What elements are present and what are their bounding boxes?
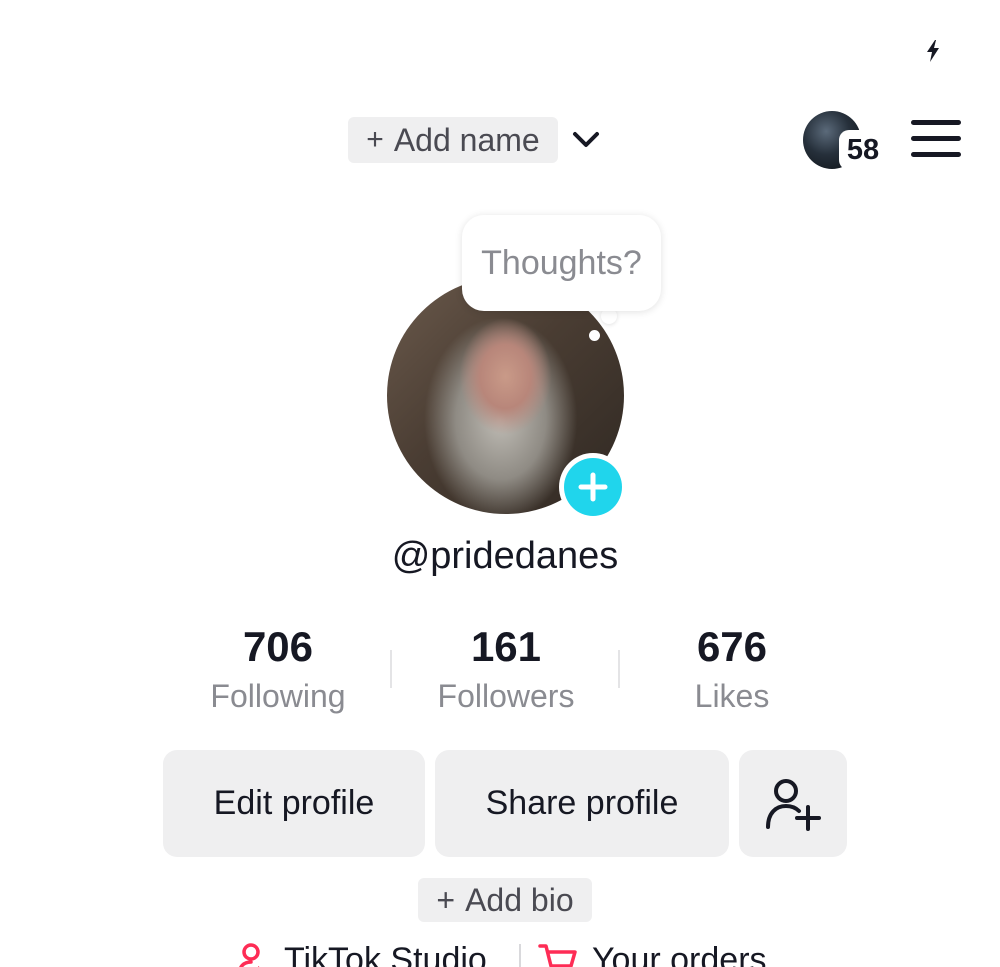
links-divider	[519, 944, 521, 967]
add-name-button[interactable]: + Add name	[348, 117, 558, 163]
tiktok-studio-link[interactable]: TikTok Studio	[236, 940, 487, 967]
profile-page: + Add name 58 Thoughts? @pridedanes 706 …	[0, 0, 1000, 967]
studio-person-icon	[239, 943, 260, 967]
stat-followers[interactable]: 161 Followers	[406, 623, 606, 715]
share-profile-button[interactable]: Share profile	[435, 750, 729, 857]
username: @pridedanes	[391, 535, 619, 577]
add-avatar-circle	[564, 458, 622, 516]
hamburger-menu-icon[interactable]	[911, 120, 961, 160]
bubble-dot	[589, 330, 600, 341]
likes-label: Likes	[694, 678, 770, 714]
story-count-badge: 58	[839, 130, 887, 170]
thoughts-bubble[interactable]: Thoughts?	[462, 215, 661, 311]
flash-icon	[927, 40, 939, 62]
add-bio-plus: +	[436, 881, 456, 918]
following-count: 706	[242, 623, 314, 670]
share-profile-label: Share profile	[485, 784, 679, 822]
add-bio-label: Add bio	[465, 881, 574, 918]
following-label: Following	[210, 678, 346, 714]
add-name-label: Add name	[393, 121, 540, 158]
likes-count: 676	[696, 623, 768, 670]
cart-icon	[538, 944, 577, 967]
add-friend-button[interactable]	[739, 750, 847, 857]
thoughts-label: Thoughts?	[481, 243, 642, 282]
edit-profile-label: Edit profile	[213, 784, 375, 822]
edit-profile-button[interactable]: Edit profile	[163, 750, 425, 857]
stat-divider	[618, 650, 620, 688]
tiktok-studio-label: TikTok Studio	[284, 940, 487, 967]
add-bio-button[interactable]: + Add bio	[418, 878, 592, 922]
add-avatar-button[interactable]	[559, 453, 627, 521]
plus-icon	[578, 472, 608, 502]
add-name-plus: +	[366, 123, 384, 156]
stat-likes[interactable]: 676 Likes	[632, 623, 832, 715]
followers-label: Followers	[437, 678, 575, 714]
stat-following[interactable]: 706 Following	[178, 623, 378, 715]
your-orders-link[interactable]: Your orders	[538, 940, 767, 967]
chevron-down-icon[interactable]	[572, 128, 600, 152]
your-orders-label: Your orders	[592, 940, 767, 967]
stat-divider	[390, 650, 392, 688]
add-user-icon	[766, 778, 821, 831]
followers-count: 161	[470, 623, 542, 670]
